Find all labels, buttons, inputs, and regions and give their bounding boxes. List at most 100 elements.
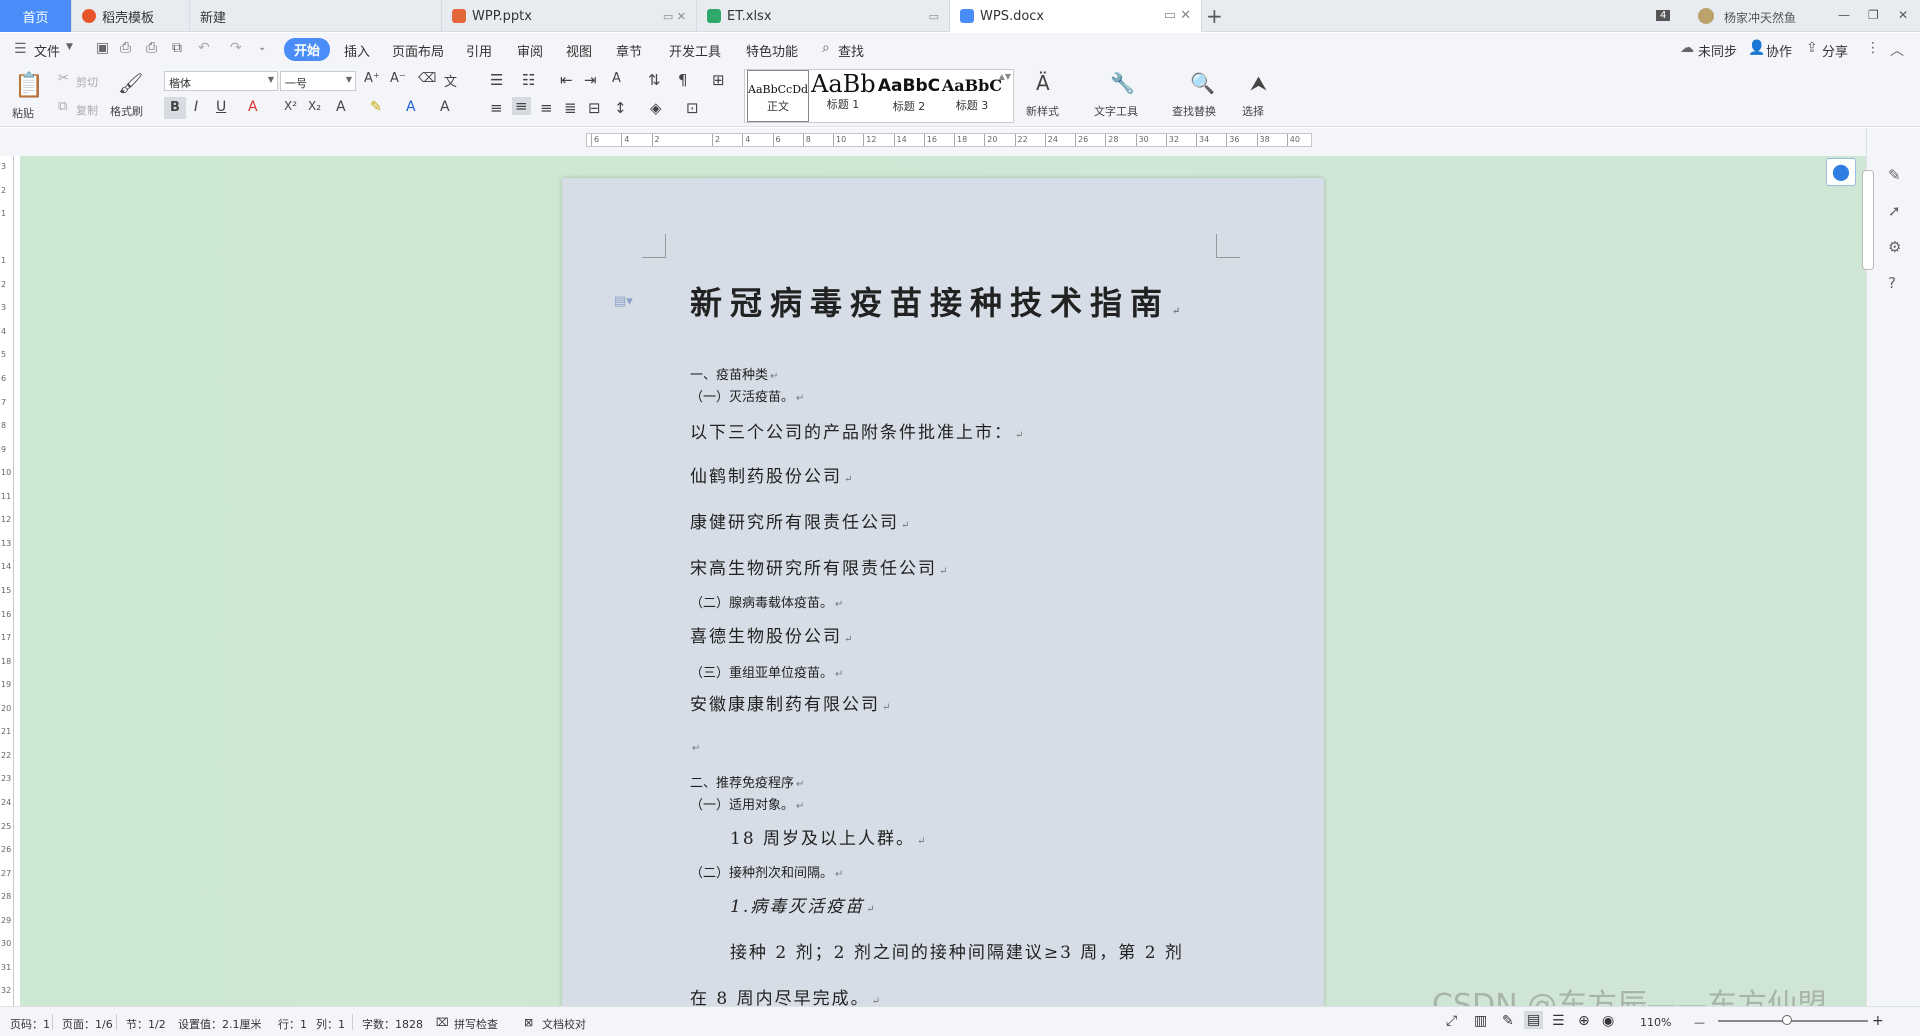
help-icon[interactable]: ?: [1888, 274, 1896, 292]
subsection-2a[interactable]: （一）适用对象。 ↵: [690, 794, 804, 813]
status-col[interactable]: 列：1: [316, 1016, 345, 1032]
cut-button[interactable]: 剪切: [76, 74, 98, 90]
collaborate-button[interactable]: 协作: [1766, 41, 1792, 60]
tab-xlsx-controls[interactable]: ▭: [929, 10, 939, 23]
company-item[interactable]: 康健研究所有限责任公司 ↵: [690, 508, 911, 533]
status-page[interactable]: 页码：1: [10, 1016, 50, 1032]
tab-docx[interactable]: WPS.docx ▭ ✕: [950, 0, 1202, 32]
font-size-select[interactable]: 一号 ▼: [280, 71, 356, 91]
bullet-list-icon[interactable]: ☰: [490, 71, 503, 89]
tab-pptx-controls[interactable]: ▭ ✕: [663, 10, 686, 23]
align-right-icon[interactable]: ≡: [540, 99, 553, 117]
tab-start[interactable]: 开始: [284, 38, 331, 61]
tab-pptx[interactable]: WPP.pptx ▭ ✕: [442, 0, 697, 32]
tab-page-layout[interactable]: 页面布局: [392, 41, 444, 60]
subsection-2b[interactable]: （二）接种剂次和间隔。 ↵: [690, 862, 843, 881]
proofread-button[interactable]: 文档校对: [542, 1016, 586, 1032]
status-pages[interactable]: 页面：1/6: [62, 1016, 113, 1032]
undo-icon[interactable]: ↶: [198, 40, 210, 56]
style-normal[interactable]: AaBbCcDd 正文: [747, 70, 809, 122]
tab-template[interactable]: 稻壳模板: [72, 0, 190, 32]
select-pointer-icon[interactable]: ⮝: [1250, 71, 1267, 95]
char-shading-icon[interactable]: A: [440, 99, 450, 115]
share-button[interactable]: 分享: [1822, 41, 1848, 60]
company-item[interactable]: 喜德生物股份公司 ↵: [690, 622, 854, 647]
paragraph-dose-complete[interactable]: 在 8 周内尽早完成。 ↵: [690, 984, 882, 1006]
customize-quick-access-icon[interactable]: ⌄: [258, 42, 266, 53]
borders-icon[interactable]: ⊡: [686, 99, 699, 117]
italic-icon[interactable]: I: [194, 99, 198, 115]
numbered-list-icon[interactable]: ☷: [522, 71, 535, 89]
zoom-in-button[interactable]: +: [1872, 1013, 1884, 1029]
paragraph-inactivated-vaccine[interactable]: 1.病毒灭活疫苗 ↵: [730, 892, 877, 917]
find-replace-icon[interactable]: 🔍: [1190, 71, 1215, 95]
zoom-slider[interactable]: [1718, 1020, 1868, 1022]
section-1-heading[interactable]: 一、疫苗种类 ↵: [690, 364, 778, 383]
tab-developer[interactable]: 开发工具: [669, 41, 721, 60]
align-center-icon[interactable]: ≡: [512, 97, 531, 115]
document-page[interactable]: ▤▾ 新冠病毒疫苗接种技术指南 ↵ 一、疫苗种类 ↵ （一）灭活疫苗。 ↵ 以下三个公…: [562, 178, 1324, 1006]
clear-format-icon[interactable]: ⌫: [418, 71, 436, 86]
status-row[interactable]: 行：1: [278, 1016, 307, 1032]
save-icon[interactable]: ▣: [96, 40, 109, 56]
text-effect-icon[interactable]: A: [336, 99, 346, 115]
write-mode-icon[interactable]: ✎: [1502, 1013, 1514, 1029]
settings-sliders-icon[interactable]: ⚙: [1888, 238, 1901, 256]
more-icon[interactable]: ⋮: [1866, 40, 1880, 56]
empty-paragraph[interactable]: ↵: [690, 740, 700, 755]
vertical-scrollbar[interactable]: [1862, 170, 1874, 270]
vertical-ruler[interactable]: 3 2 1 1 2 3 4 5 6 7 8 9 10 11 12 13 14 15 16 17 18 19 20 21 22 23…: [0, 156, 14, 1006]
section-2-heading[interactable]: 二、推荐免疫程序 ↵: [690, 772, 804, 791]
decrease-indent-icon[interactable]: ⇤: [560, 71, 573, 89]
share-icon[interactable]: ⇪: [1806, 40, 1818, 56]
menu-search[interactable]: 查找: [838, 41, 864, 60]
location-pin-icon[interactable]: ⬤: [1826, 158, 1856, 186]
subsection-1a[interactable]: （一）灭活疫苗。 ↵: [690, 386, 804, 405]
fullscreen-icon[interactable]: ⤢: [1446, 1013, 1457, 1029]
close-window-icon[interactable]: ✕: [1898, 8, 1908, 22]
status-setting[interactable]: 设置值：2.1厘米: [178, 1016, 262, 1032]
status-section[interactable]: 节：1/2: [126, 1016, 166, 1032]
font-family-select[interactable]: 楷体 ▼: [164, 71, 278, 91]
copy-icon[interactable]: ⧉: [58, 99, 67, 114]
user-name[interactable]: 杨家冲天然鱼: [1724, 9, 1796, 26]
status-word-count[interactable]: 字数：1828: [362, 1016, 423, 1032]
style-heading-1[interactable]: AaBb 标题 1: [811, 70, 875, 122]
increase-font-icon[interactable]: A⁺: [364, 71, 380, 86]
text-tools-button[interactable]: 文字工具: [1094, 103, 1138, 119]
format-painter-button[interactable]: 格式刷: [110, 103, 143, 119]
menu-file[interactable]: 文件: [34, 41, 60, 60]
subscript-icon[interactable]: X₂: [308, 99, 321, 113]
collaborate-icon[interactable]: 👤: [1748, 40, 1765, 56]
table-borders-icon[interactable]: ⊞: [712, 71, 725, 89]
cursor-icon[interactable]: ➚: [1888, 202, 1901, 220]
print-preview-icon[interactable]: ⎙: [120, 40, 131, 56]
search-icon[interactable]: ⌕: [822, 40, 830, 56]
copy-button[interactable]: 复制: [76, 102, 98, 118]
paragraph-dose-interval[interactable]: 接种 2 剂；2 剂之间的接种间隔建议≥3 周，第 2 剂: [730, 938, 1184, 963]
increase-indent-icon[interactable]: ⇥: [584, 71, 597, 89]
new-style-icon[interactable]: Ä: [1036, 71, 1050, 95]
chinese-layout-icon[interactable]: A: [612, 71, 621, 86]
show-marks-icon[interactable]: ¶: [678, 71, 688, 89]
tab-insert[interactable]: 插入: [344, 41, 370, 60]
zoom-out-button[interactable]: —: [1694, 1016, 1705, 1029]
line-spacing-icon[interactable]: ↕: [614, 99, 627, 117]
restore-icon[interactable]: ❐: [1868, 8, 1879, 22]
pinyin-guide-icon[interactable]: 文: [444, 71, 457, 90]
new-style-button[interactable]: 新样式: [1026, 103, 1059, 119]
company-item[interactable]: 宋高生物研究所有限责任公司 ↵: [690, 554, 949, 579]
styles-scroll-icon[interactable]: ▲▼: [999, 72, 1011, 81]
eye-care-icon[interactable]: ◉: [1602, 1013, 1614, 1029]
spell-check-icon[interactable]: ⌧: [436, 1016, 449, 1029]
paste-icon[interactable]: 📋: [14, 71, 44, 99]
tab-review[interactable]: 审阅: [517, 41, 543, 60]
decrease-font-icon[interactable]: A⁻: [390, 71, 406, 86]
bold-icon[interactable]: B: [164, 97, 186, 119]
distribute-icon[interactable]: ⊟: [588, 99, 601, 117]
zoom-level[interactable]: 110%: [1640, 1016, 1671, 1029]
strikethrough-icon[interactable]: A: [248, 99, 258, 115]
highlight-icon[interactable]: ✎: [370, 99, 382, 115]
export-pdf-icon[interactable]: ⧉: [172, 40, 182, 56]
page-view-icon[interactable]: ▤: [1524, 1011, 1544, 1029]
